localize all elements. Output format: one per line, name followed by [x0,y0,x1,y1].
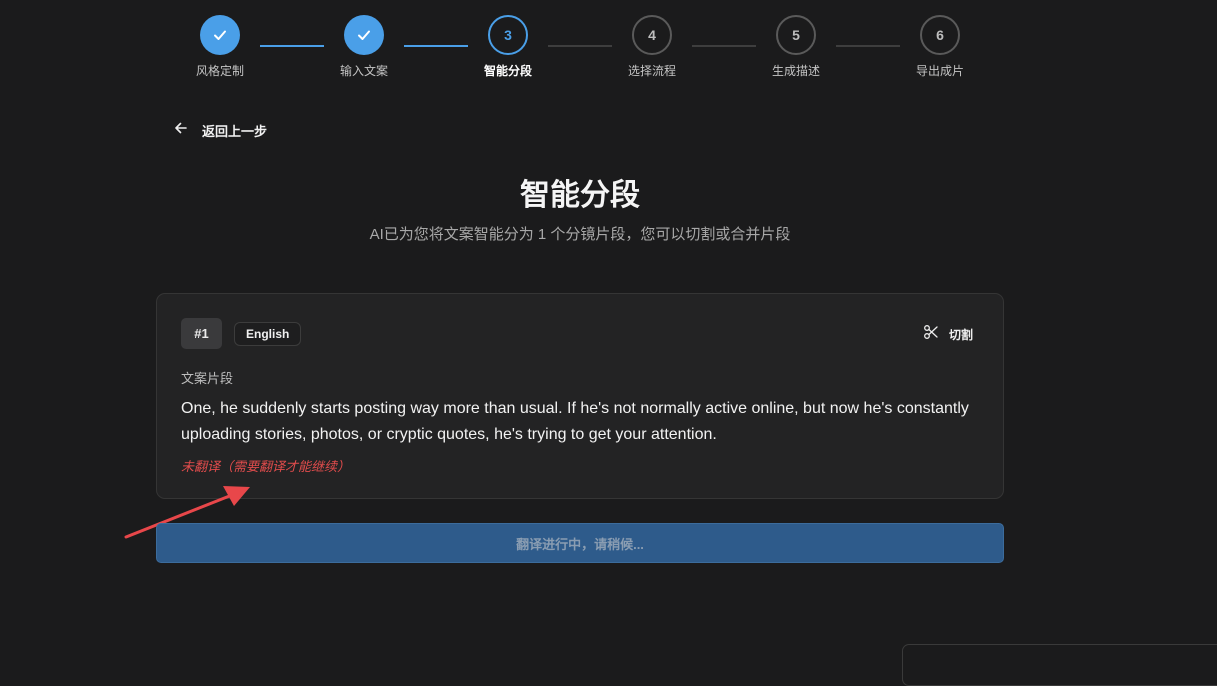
corner-panel [902,644,1217,686]
segment-section-label: 文案片段 [181,371,234,386]
step-6[interactable]: 6 导出成片 [900,15,980,79]
scissors-icon [923,324,939,345]
step-connector [404,45,468,47]
step-label: 选择流程 [627,64,676,78]
step-label: 风格定制 [195,64,244,78]
page-title: 智能分段 [520,179,640,212]
segment-card: #1 English 切割 文案片段 One, he suddenly star… [156,293,1004,499]
step-number: 6 [920,15,960,55]
step-number: 3 [488,15,528,55]
step-label: 输入文案 [339,64,388,78]
step-4[interactable]: 4 选择流程 [612,15,692,79]
page-subtitle: AI已为您将文案智能分为 1 个分镜片段，您可以切割或合并片段 [369,226,791,243]
untranslated-warning: 未翻译（需要翻译才能继续） [181,459,351,474]
back-label: 返回上一步 [202,124,268,139]
step-number: 4 [632,15,672,55]
check-icon [344,15,384,55]
step-connector [836,45,900,47]
cut-label: 切割 [948,327,973,342]
progress-stepper: 风格定制 输入文案 3 智能分段 4 选择流程 5 生成描述 6 导出成片 [0,0,1217,90]
step-3[interactable]: 3 智能分段 [468,15,548,79]
step-connector [692,45,756,47]
step-1[interactable]: 风格定制 [180,15,260,79]
step-5[interactable]: 5 生成描述 [756,15,836,79]
language-badge: English [234,322,302,346]
step-label: 导出成片 [915,64,964,78]
segment-number-badge: #1 [181,318,222,349]
step-connector [260,45,324,47]
step-connector [548,45,612,47]
segment-text[interactable]: One, he suddenly starts posting way more… [181,396,981,448]
check-icon [200,15,240,55]
translate-progress-button[interactable]: 翻译进行中，请稍候... [156,523,1004,563]
step-number: 5 [776,15,816,55]
step-label: 智能分段 [483,64,532,78]
cut-button[interactable]: 切割 [923,323,973,345]
back-button[interactable]: 返回上一步 [172,119,267,142]
step-2[interactable]: 输入文案 [324,15,404,79]
arrow-left-icon [172,119,190,142]
step-label: 生成描述 [771,64,820,78]
